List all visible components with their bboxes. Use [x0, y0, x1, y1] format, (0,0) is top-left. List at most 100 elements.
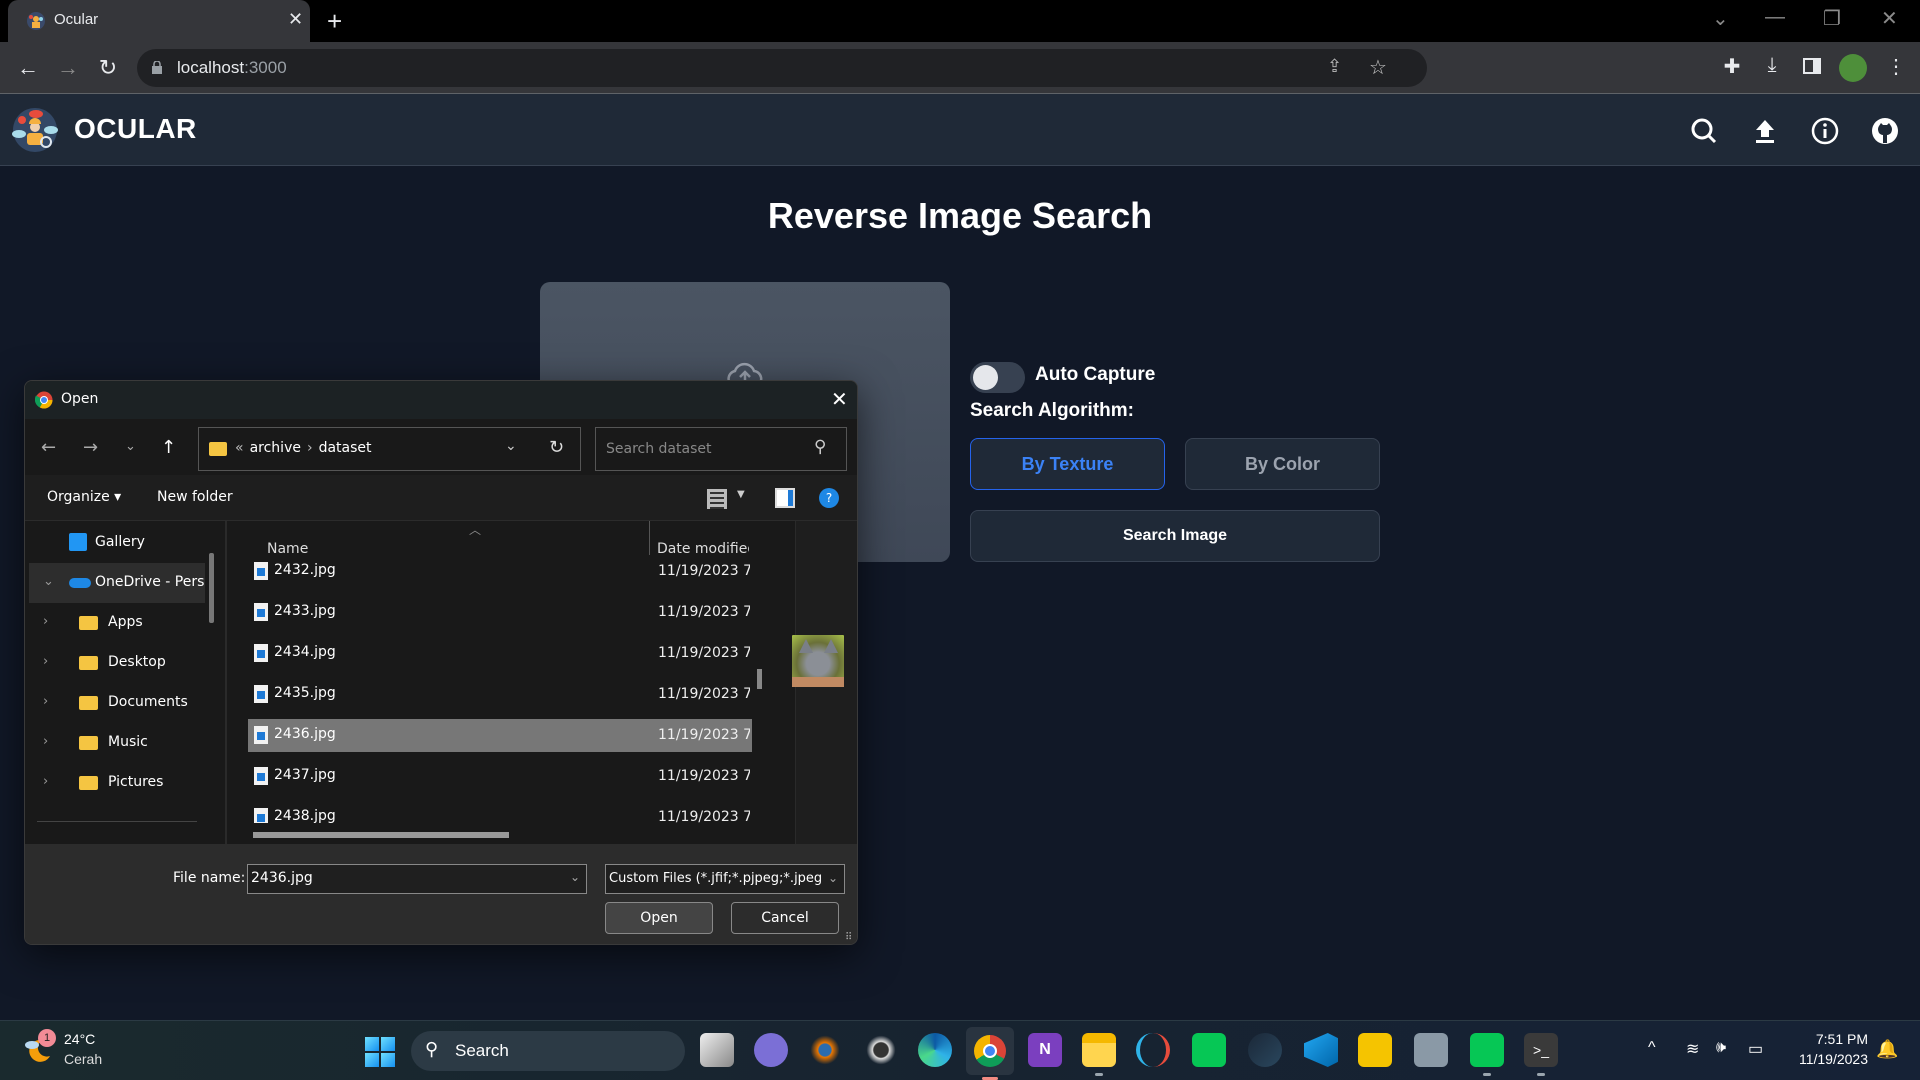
view-dropdown-icon[interactable]: ▼	[737, 489, 745, 500]
file-row[interactable]: 2433.jpg 11/19/2023 7:	[248, 596, 752, 629]
address-dropdown-icon[interactable]: ⌄	[505, 438, 517, 454]
expand-chevron-icon[interactable]: ›	[43, 654, 48, 669]
help-icon[interactable]: ?	[819, 488, 839, 508]
breadcrumb-dataset[interactable]: dataset	[319, 440, 372, 456]
search-icon[interactable]	[1689, 116, 1719, 146]
weather-temperature[interactable]: 24°C	[64, 1031, 95, 1047]
file-row[interactable]: 2437.jpg 11/19/2023 7:	[248, 760, 752, 793]
nav-item-gallery[interactable]: Gallery	[29, 523, 205, 563]
file-row-selected[interactable]: 2436.jpg 11/19/2023 7:	[248, 719, 752, 752]
file-type-dropdown-icon[interactable]: ⌄	[827, 871, 838, 885]
side-panel-icon[interactable]	[1799, 54, 1825, 80]
file-row[interactable]: 2438.jpg 11/19/2023 7:	[248, 801, 752, 823]
chrome-taskbar-button[interactable]	[966, 1027, 1014, 1080]
line-icon[interactable]	[1192, 1033, 1226, 1067]
file-row[interactable]: 2432.jpg 11/19/2023 7:	[248, 555, 752, 588]
terminal-icon[interactable]: >_	[1524, 1033, 1558, 1067]
column-divider[interactable]	[649, 521, 650, 555]
download-icon[interactable]: ⤓	[1759, 54, 1785, 80]
nav-scrollbar[interactable]	[209, 553, 214, 623]
taskbar-search-box[interactable]: ⚲ Search	[411, 1031, 685, 1071]
steam-icon[interactable]	[1248, 1033, 1282, 1067]
brand-name[interactable]: OCULAR	[74, 113, 197, 145]
menu-icon[interactable]: ⋮	[1883, 54, 1909, 80]
teams-chat-icon[interactable]	[754, 1033, 788, 1067]
wifi-icon[interactable]: ≋	[1686, 1039, 1699, 1059]
nav-item-documents[interactable]: › Documents	[29, 683, 205, 723]
dialog-address-bar[interactable]: « archive › dataset ⌄ ↻	[198, 427, 581, 471]
edge-icon[interactable]	[918, 1033, 952, 1067]
volume-icon[interactable]: 🕪	[1716, 1039, 1726, 1057]
dialog-forward-icon[interactable]: →	[83, 437, 98, 458]
unity-icon[interactable]	[864, 1033, 898, 1067]
profile-avatar[interactable]	[1839, 54, 1867, 82]
nav-item-onedrive[interactable]: ⌄ OneDrive - Perso	[29, 563, 205, 603]
extensions-icon[interactable]: ✚	[1719, 54, 1745, 80]
expand-chevron-icon[interactable]: ›	[43, 734, 48, 749]
file-row[interactable]: 2435.jpg 11/19/2023 7:	[248, 678, 752, 711]
view-options-icon[interactable]	[707, 489, 727, 509]
sticky-notes-icon[interactable]	[1358, 1033, 1392, 1067]
reload-icon[interactable]: ↻	[95, 55, 121, 81]
clock-date[interactable]: 11/19/2023	[1780, 1051, 1868, 1067]
back-icon[interactable]: ←	[15, 55, 41, 81]
recent-locations-chevron-icon[interactable]: ⌄	[125, 439, 136, 454]
new-tab-button[interactable]: +	[327, 6, 342, 37]
open-button[interactable]: Open	[605, 902, 713, 934]
close-window-icon[interactable]: ✕	[1881, 6, 1898, 31]
windows-start-icon[interactable]	[365, 1037, 395, 1067]
show-hidden-icons-chevron[interactable]: ^	[1648, 1039, 1656, 1057]
dialog-search-input[interactable]: Search dataset ⚲	[595, 427, 847, 471]
file-list-vertical-scrollbar[interactable]	[757, 669, 762, 689]
by-color-button[interactable]: By Color	[1185, 438, 1380, 490]
onenote-icon[interactable]: N	[1028, 1033, 1062, 1067]
resize-grip-icon[interactable]: ⠿	[845, 932, 852, 943]
refresh-icon[interactable]: ↻	[549, 437, 564, 458]
breadcrumb-overflow[interactable]: «	[235, 440, 244, 456]
minimize-icon[interactable]: —	[1765, 6, 1785, 29]
collapse-chevron-icon[interactable]: ⌄	[43, 574, 54, 589]
search-image-button[interactable]: Search Image	[970, 510, 1380, 562]
auto-capture-toggle[interactable]	[970, 362, 1025, 393]
weather-condition[interactable]: Cerah	[64, 1051, 102, 1067]
dialog-close-icon[interactable]: ✕	[831, 387, 848, 411]
preview-pane-icon[interactable]	[775, 488, 795, 508]
expand-chevron-icon[interactable]: ›	[43, 614, 48, 629]
file-list-horizontal-scrollbar[interactable]	[253, 832, 509, 838]
blender-icon[interactable]	[808, 1033, 842, 1067]
restore-icon[interactable]: ❐	[1823, 6, 1841, 31]
notification-bell-icon[interactable]: 🔔	[1876, 1039, 1898, 1060]
new-folder-button[interactable]: New folder	[157, 489, 233, 505]
by-texture-button[interactable]: By Texture	[970, 438, 1165, 490]
expand-chevron-icon[interactable]: ›	[43, 694, 48, 709]
yuzu-icon[interactable]	[1136, 1033, 1170, 1067]
cancel-button[interactable]: Cancel	[731, 902, 839, 934]
organize-button[interactable]: Organize ▾	[47, 489, 121, 505]
breadcrumb-archive[interactable]: archive	[250, 440, 301, 456]
tab-close-icon[interactable]: ✕	[288, 9, 303, 30]
browser-tab[interactable]: Ocular ✕	[8, 0, 310, 42]
dialog-titlebar[interactable]: Open ✕	[25, 381, 857, 419]
vscode-icon[interactable]	[1304, 1033, 1338, 1067]
nav-item-pictures[interactable]: › Pictures	[29, 763, 205, 803]
calculator-icon[interactable]	[1414, 1033, 1448, 1067]
info-icon[interactable]	[1810, 116, 1840, 146]
bookmark-star-icon[interactable]: ☆	[1369, 55, 1387, 80]
dialog-back-icon[interactable]: ←	[41, 437, 56, 458]
ocular-logo-icon[interactable]	[10, 106, 60, 154]
up-folder-icon[interactable]: ↑	[161, 437, 176, 458]
file-name-dropdown-icon[interactable]: ⌄	[570, 870, 580, 884]
file-type-select[interactable]: Custom Files (*.jfif;*.pjpeg;*.jpeg ⌄	[605, 864, 845, 894]
line-icon[interactable]	[1470, 1033, 1504, 1067]
task-view-icon[interactable]	[700, 1033, 734, 1067]
nav-item-music[interactable]: › Music	[29, 723, 205, 763]
github-icon[interactable]	[1870, 116, 1900, 146]
address-bar[interactable]: localhost:3000 ⇪ ☆	[137, 49, 1427, 87]
file-explorer-icon[interactable]	[1082, 1033, 1116, 1067]
forward-icon[interactable]: →	[55, 55, 81, 81]
file-name-input[interactable]: 2436.jpg ⌄	[247, 864, 587, 894]
nav-item-apps[interactable]: › Apps	[29, 603, 205, 643]
upload-icon[interactable]	[1750, 116, 1780, 146]
battery-icon[interactable]: ▭	[1748, 1039, 1763, 1059]
expand-chevron-icon[interactable]: ›	[43, 774, 48, 789]
